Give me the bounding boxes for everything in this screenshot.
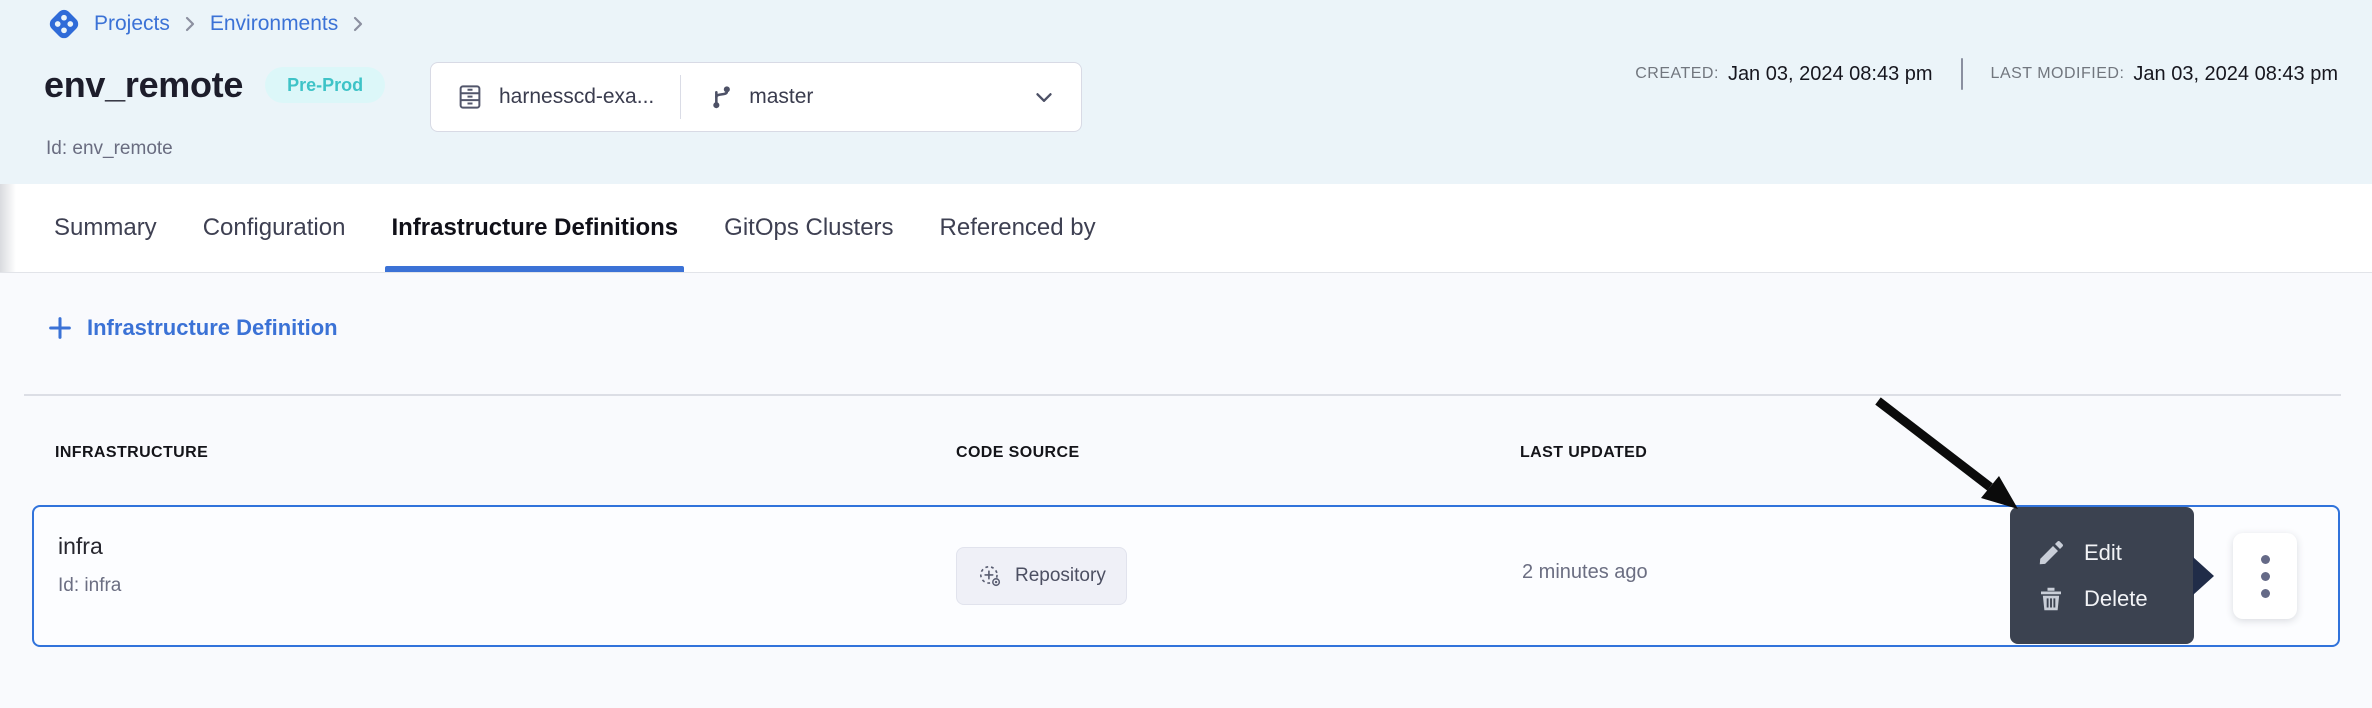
meta-divider [1961, 58, 1963, 90]
add-button-label: Infrastructure Definition [87, 315, 338, 341]
last-modified-value: Jan 03, 2024 08:43 pm [2133, 63, 2338, 86]
git-branch-icon [707, 83, 735, 111]
environment-details-page: Projects Environments env_remote Pre-Pro… [0, 0, 2372, 708]
infrastructure-name-cell: infra Id: infra [58, 533, 121, 597]
title-row: env_remote Pre-Prod [44, 64, 385, 106]
column-header-infrastructure: INFRASTRUCTURE [55, 444, 208, 462]
plus-icon [46, 314, 74, 342]
infrastructure-name: infra [58, 533, 121, 560]
created-label: CREATED: [1635, 65, 1719, 83]
breadcrumb: Projects Environments [46, 6, 366, 42]
add-infrastructure-definition-button[interactable]: Infrastructure Definition [46, 314, 338, 342]
environment-type-badge: Pre-Prod [265, 67, 385, 103]
tab-configuration[interactable]: Configuration [203, 184, 346, 272]
tab-gitops-clusters[interactable]: GitOps Clusters [724, 184, 893, 272]
delete-label: Delete [2084, 586, 2148, 612]
kebab-menu-icon [2261, 589, 2270, 598]
row-more-options-button[interactable] [2233, 533, 2297, 619]
context-menu-edit[interactable]: Edit [2036, 538, 2194, 568]
kebab-menu-icon [2261, 555, 2270, 564]
branch-segment: master [707, 83, 813, 111]
created-value: Jan 03, 2024 08:43 pm [1728, 63, 1933, 86]
environment-id: Id: env_remote [46, 138, 173, 160]
breadcrumb-environments-link[interactable]: Environments [210, 12, 338, 36]
repository-icon [455, 82, 485, 112]
last-modified-label: LAST MODIFIED: [1991, 65, 2125, 83]
chevron-right-icon [350, 14, 366, 34]
header-meta: CREATED: Jan 03, 2024 08:43 pm LAST MODI… [1635, 58, 2338, 90]
context-menu-delete[interactable]: Delete [2036, 584, 2194, 614]
tab-bar: Summary Configuration Infrastructure Def… [0, 184, 2372, 273]
repo-segment: harnesscd-exa... [455, 82, 654, 112]
code-source-badge: Repository [956, 547, 1127, 605]
remote-repository-icon [977, 563, 1003, 589]
git-repo-branch-selector[interactable]: harnesscd-exa... master [430, 62, 1082, 132]
column-header-code-source: CODE SOURCE [956, 444, 1080, 462]
tab-infrastructure-definitions[interactable]: Infrastructure Definitions [391, 184, 678, 272]
code-source-label: Repository [1015, 565, 1106, 587]
tab-summary[interactable]: Summary [54, 184, 157, 272]
breadcrumb-projects-link[interactable]: Projects [94, 12, 170, 36]
chevron-down-icon[interactable] [1031, 84, 1057, 110]
kebab-menu-icon [2261, 572, 2270, 581]
branch-name: master [749, 85, 813, 109]
repo-name: harnesscd-exa... [499, 85, 654, 109]
infrastructure-id: Id: infra [58, 575, 121, 597]
section-divider [24, 394, 2341, 396]
column-header-last-updated: LAST UPDATED [1520, 444, 1647, 462]
edit-label: Edit [2084, 540, 2122, 566]
page-title: env_remote [44, 64, 243, 106]
context-menu-caret [2193, 557, 2214, 595]
infrastructure-row[interactable]: infra Id: infra Repository 2 minutes ago [32, 505, 2340, 647]
last-updated-value: 2 minutes ago [1522, 561, 1648, 584]
row-context-menu: Edit Delete [2010, 507, 2194, 644]
chevron-right-icon [182, 14, 198, 34]
pencil-icon [2036, 538, 2066, 568]
trash-icon [2036, 584, 2066, 614]
project-icon [46, 6, 82, 42]
page-header: Projects Environments env_remote Pre-Pro… [0, 0, 2372, 185]
tab-referenced-by[interactable]: Referenced by [940, 184, 1096, 272]
selector-divider [680, 75, 681, 119]
